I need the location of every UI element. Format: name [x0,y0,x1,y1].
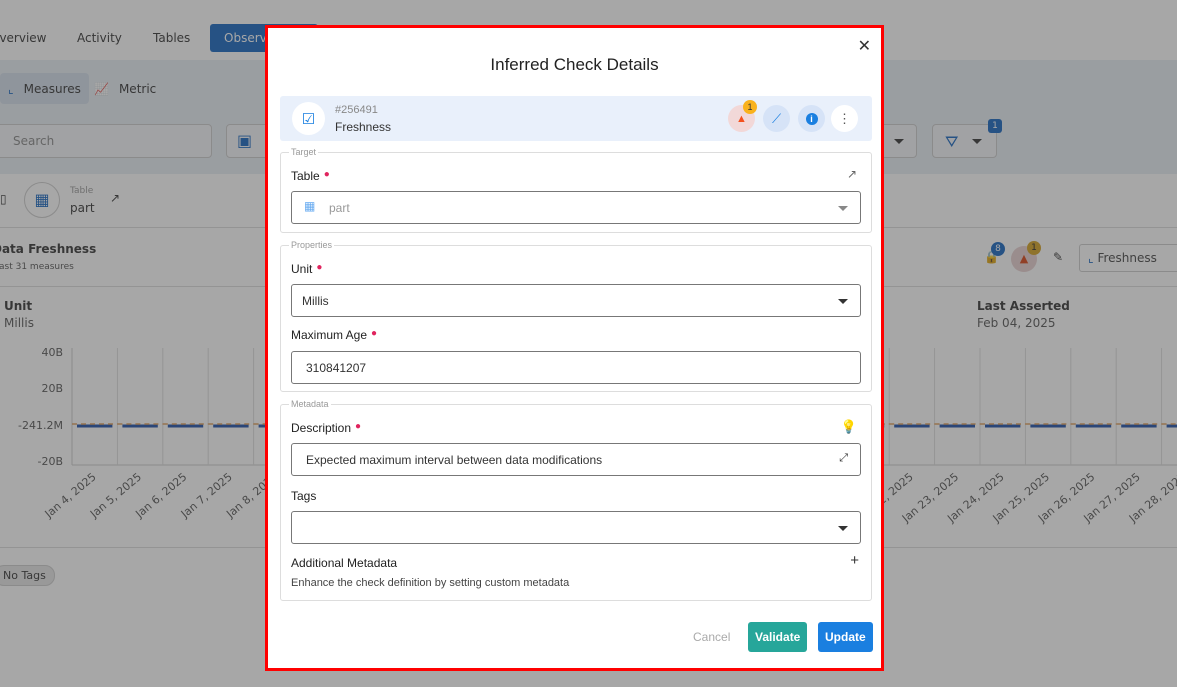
max-age-label-text: Maximum Age [291,328,368,342]
lightbulb-icon[interactable]: 💡 [841,419,857,435]
unit-label: Unit ● [291,262,322,276]
additional-metadata-label: Additional Metadata [291,556,398,570]
max-age-input[interactable]: 310841207 [291,351,861,384]
cancel-button[interactable]: Cancel [686,622,737,652]
required-indicator: ● [316,262,323,273]
description-input[interactable]: Expected maximum interval between data m… [291,443,861,476]
open-table-icon[interactable]: ↗ [847,167,857,181]
more-options-icon[interactable]: ⋮ [831,105,858,132]
table-select[interactable]: ▦ part [291,191,861,224]
chart-icon[interactable]: ⟋ [763,105,790,132]
target-section: Target Table ● ↗ ▦ part [280,147,872,233]
description-label: Description ● [291,421,361,435]
unit-label-text: Unit [291,262,313,276]
check-id: #256491 [335,104,378,116]
unit-select[interactable]: Millis [291,284,861,317]
expand-icon[interactable]: ⤢ [839,452,848,465]
add-metadata-icon[interactable]: + [850,552,859,569]
tags-label: Tags [291,489,317,503]
table-value: part [329,201,350,215]
info-icon[interactable]: i [798,105,825,132]
check-icon: ☑ [292,102,325,135]
description-value: Expected maximum interval between data m… [306,453,603,467]
table-icon: ▦ [304,199,316,213]
max-age-label: Maximum Age ● [291,328,377,342]
table-label: Table ● [291,169,330,183]
required-indicator: ● [355,421,362,432]
table-label-text: Table [291,169,320,183]
required-indicator: ● [371,328,378,339]
tags-select[interactable] [291,511,861,544]
inferred-check-modal: Inferred Check Details ✕ ☑ #256491 Fresh… [265,25,884,671]
target-legend: Target [291,147,317,157]
modal-title: Inferred Check Details [490,55,659,74]
metadata-section: Metadata Description ● 💡 Expected maximum… [280,399,872,601]
properties-legend: Properties [291,240,333,250]
additional-metadata-hint: Enhance the check definition by setting … [291,577,570,589]
check-header: ☑ #256491 Freshness ▲ 1 ⟋ i ⋮ [280,96,872,141]
required-indicator: ● [323,169,330,180]
metadata-legend: Metadata [291,399,329,409]
anomaly-badge: 1 [743,100,757,114]
description-label-text: Description [291,421,352,435]
update-button[interactable]: Update [818,622,873,652]
unit-value: Millis [302,294,329,308]
properties-section: Properties Unit ● Millis Maximum Age ● 310… [280,240,872,392]
validate-button[interactable]: Validate [748,622,808,652]
check-name: Freshness [335,120,392,134]
close-icon[interactable]: ✕ [858,36,871,56]
